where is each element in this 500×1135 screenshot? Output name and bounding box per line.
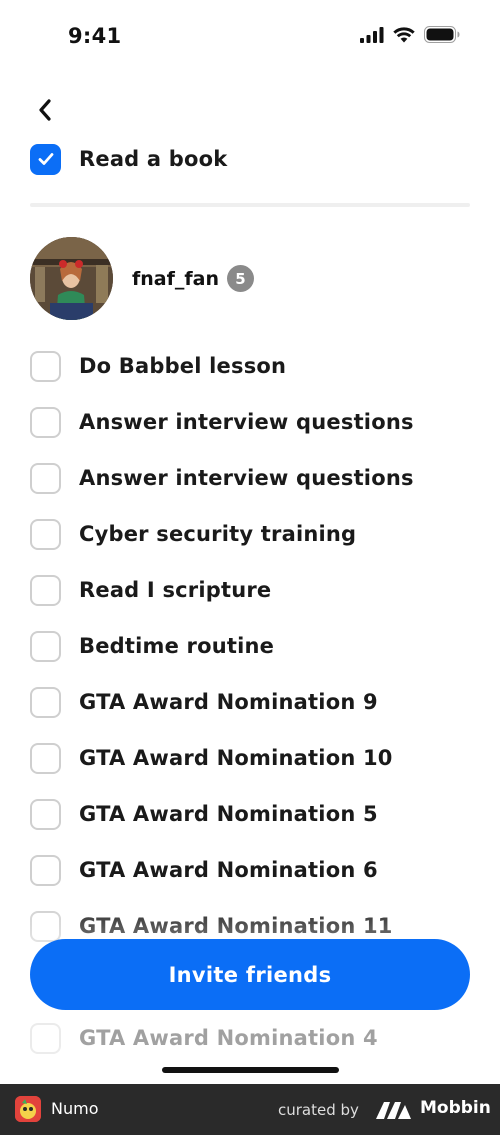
status-bar: 9:41: [0, 0, 500, 75]
curated-by-label: curated by: [278, 1101, 359, 1119]
status-icons: [360, 26, 460, 43]
task-label: GTA Award Nomination 5: [79, 802, 378, 826]
checkbox[interactable]: [30, 462, 61, 494]
brand-name: Mobbin: [420, 1098, 491, 1118]
task-row[interactable]: GTA Award Nomination 4: [30, 1021, 378, 1055]
home-indicator: [162, 1067, 339, 1073]
task-label: Answer interview questions: [79, 466, 414, 490]
back-button[interactable]: [28, 92, 62, 128]
checkbox[interactable]: [30, 742, 61, 774]
status-time: 9:41: [68, 24, 122, 48]
section-divider: [30, 203, 470, 207]
checkbox[interactable]: [30, 854, 61, 886]
username: fnaf_fan: [132, 267, 219, 290]
checkmark-icon: [38, 153, 53, 165]
task-label: GTA Award Nomination 6: [79, 858, 378, 882]
task-row[interactable]: Answer interview questions: [30, 405, 414, 439]
task-row[interactable]: GTA Award Nomination 6: [30, 853, 378, 887]
user-header[interactable]: fnaf_fan 5: [30, 237, 254, 320]
task-label: Bedtime routine: [79, 634, 275, 658]
task-label: GTA Award Nomination 9: [79, 690, 378, 714]
checkbox[interactable]: [30, 686, 61, 718]
task-row[interactable]: GTA Award Nomination 11: [30, 909, 393, 943]
app-icon: [15, 1096, 41, 1122]
task-row[interactable]: GTA Award Nomination 5: [30, 797, 378, 831]
mobbin-logo-icon: [376, 1102, 411, 1119]
task-label: Read I scripture: [79, 578, 272, 602]
avatar-photo: [30, 237, 113, 320]
task-label: Do Babbel lesson: [79, 354, 287, 378]
task-row[interactable]: Cyber security training: [30, 517, 356, 551]
task-row[interactable]: Read I scripture: [30, 573, 271, 607]
avatar[interactable]: [30, 237, 113, 320]
checkbox[interactable]: [30, 798, 61, 830]
task-label: GTA Award Nomination 4: [79, 1026, 378, 1050]
task-row[interactable]: GTA Award Nomination 10: [30, 741, 393, 775]
checkbox[interactable]: [30, 630, 61, 662]
invite-friends-button[interactable]: Invite friends: [30, 939, 470, 1010]
count-badge: 5: [227, 265, 254, 292]
task-row[interactable]: Answer interview questions: [30, 461, 414, 495]
task-row[interactable]: Bedtime routine: [30, 629, 274, 663]
task-row[interactable]: Do Babbel lesson: [30, 349, 286, 383]
cellular-signal-icon: [360, 26, 384, 43]
checkbox[interactable]: [30, 574, 61, 606]
app-name: Numo: [51, 1099, 99, 1118]
task-label: GTA Award Nomination 11: [79, 914, 393, 938]
task-row[interactable]: GTA Award Nomination 9: [30, 685, 378, 719]
task-label: Cyber security training: [79, 522, 357, 546]
checkbox[interactable]: [30, 1022, 61, 1054]
checkbox[interactable]: [30, 406, 61, 438]
task-label: GTA Award Nomination 10: [79, 746, 393, 770]
checkbox[interactable]: [30, 350, 61, 382]
task-label: Read a book: [79, 147, 228, 171]
attribution-footer: Numo curated by Mobbin: [0, 1084, 500, 1135]
chevron-left-icon: [39, 99, 51, 121]
completed-task-row[interactable]: Read a book: [30, 142, 227, 176]
battery-icon: [424, 26, 460, 43]
checkbox[interactable]: [30, 910, 61, 942]
checkbox[interactable]: [30, 518, 61, 550]
checkbox-checked[interactable]: [30, 143, 61, 175]
wifi-icon: [393, 26, 415, 42]
task-label: Answer interview questions: [79, 410, 414, 434]
